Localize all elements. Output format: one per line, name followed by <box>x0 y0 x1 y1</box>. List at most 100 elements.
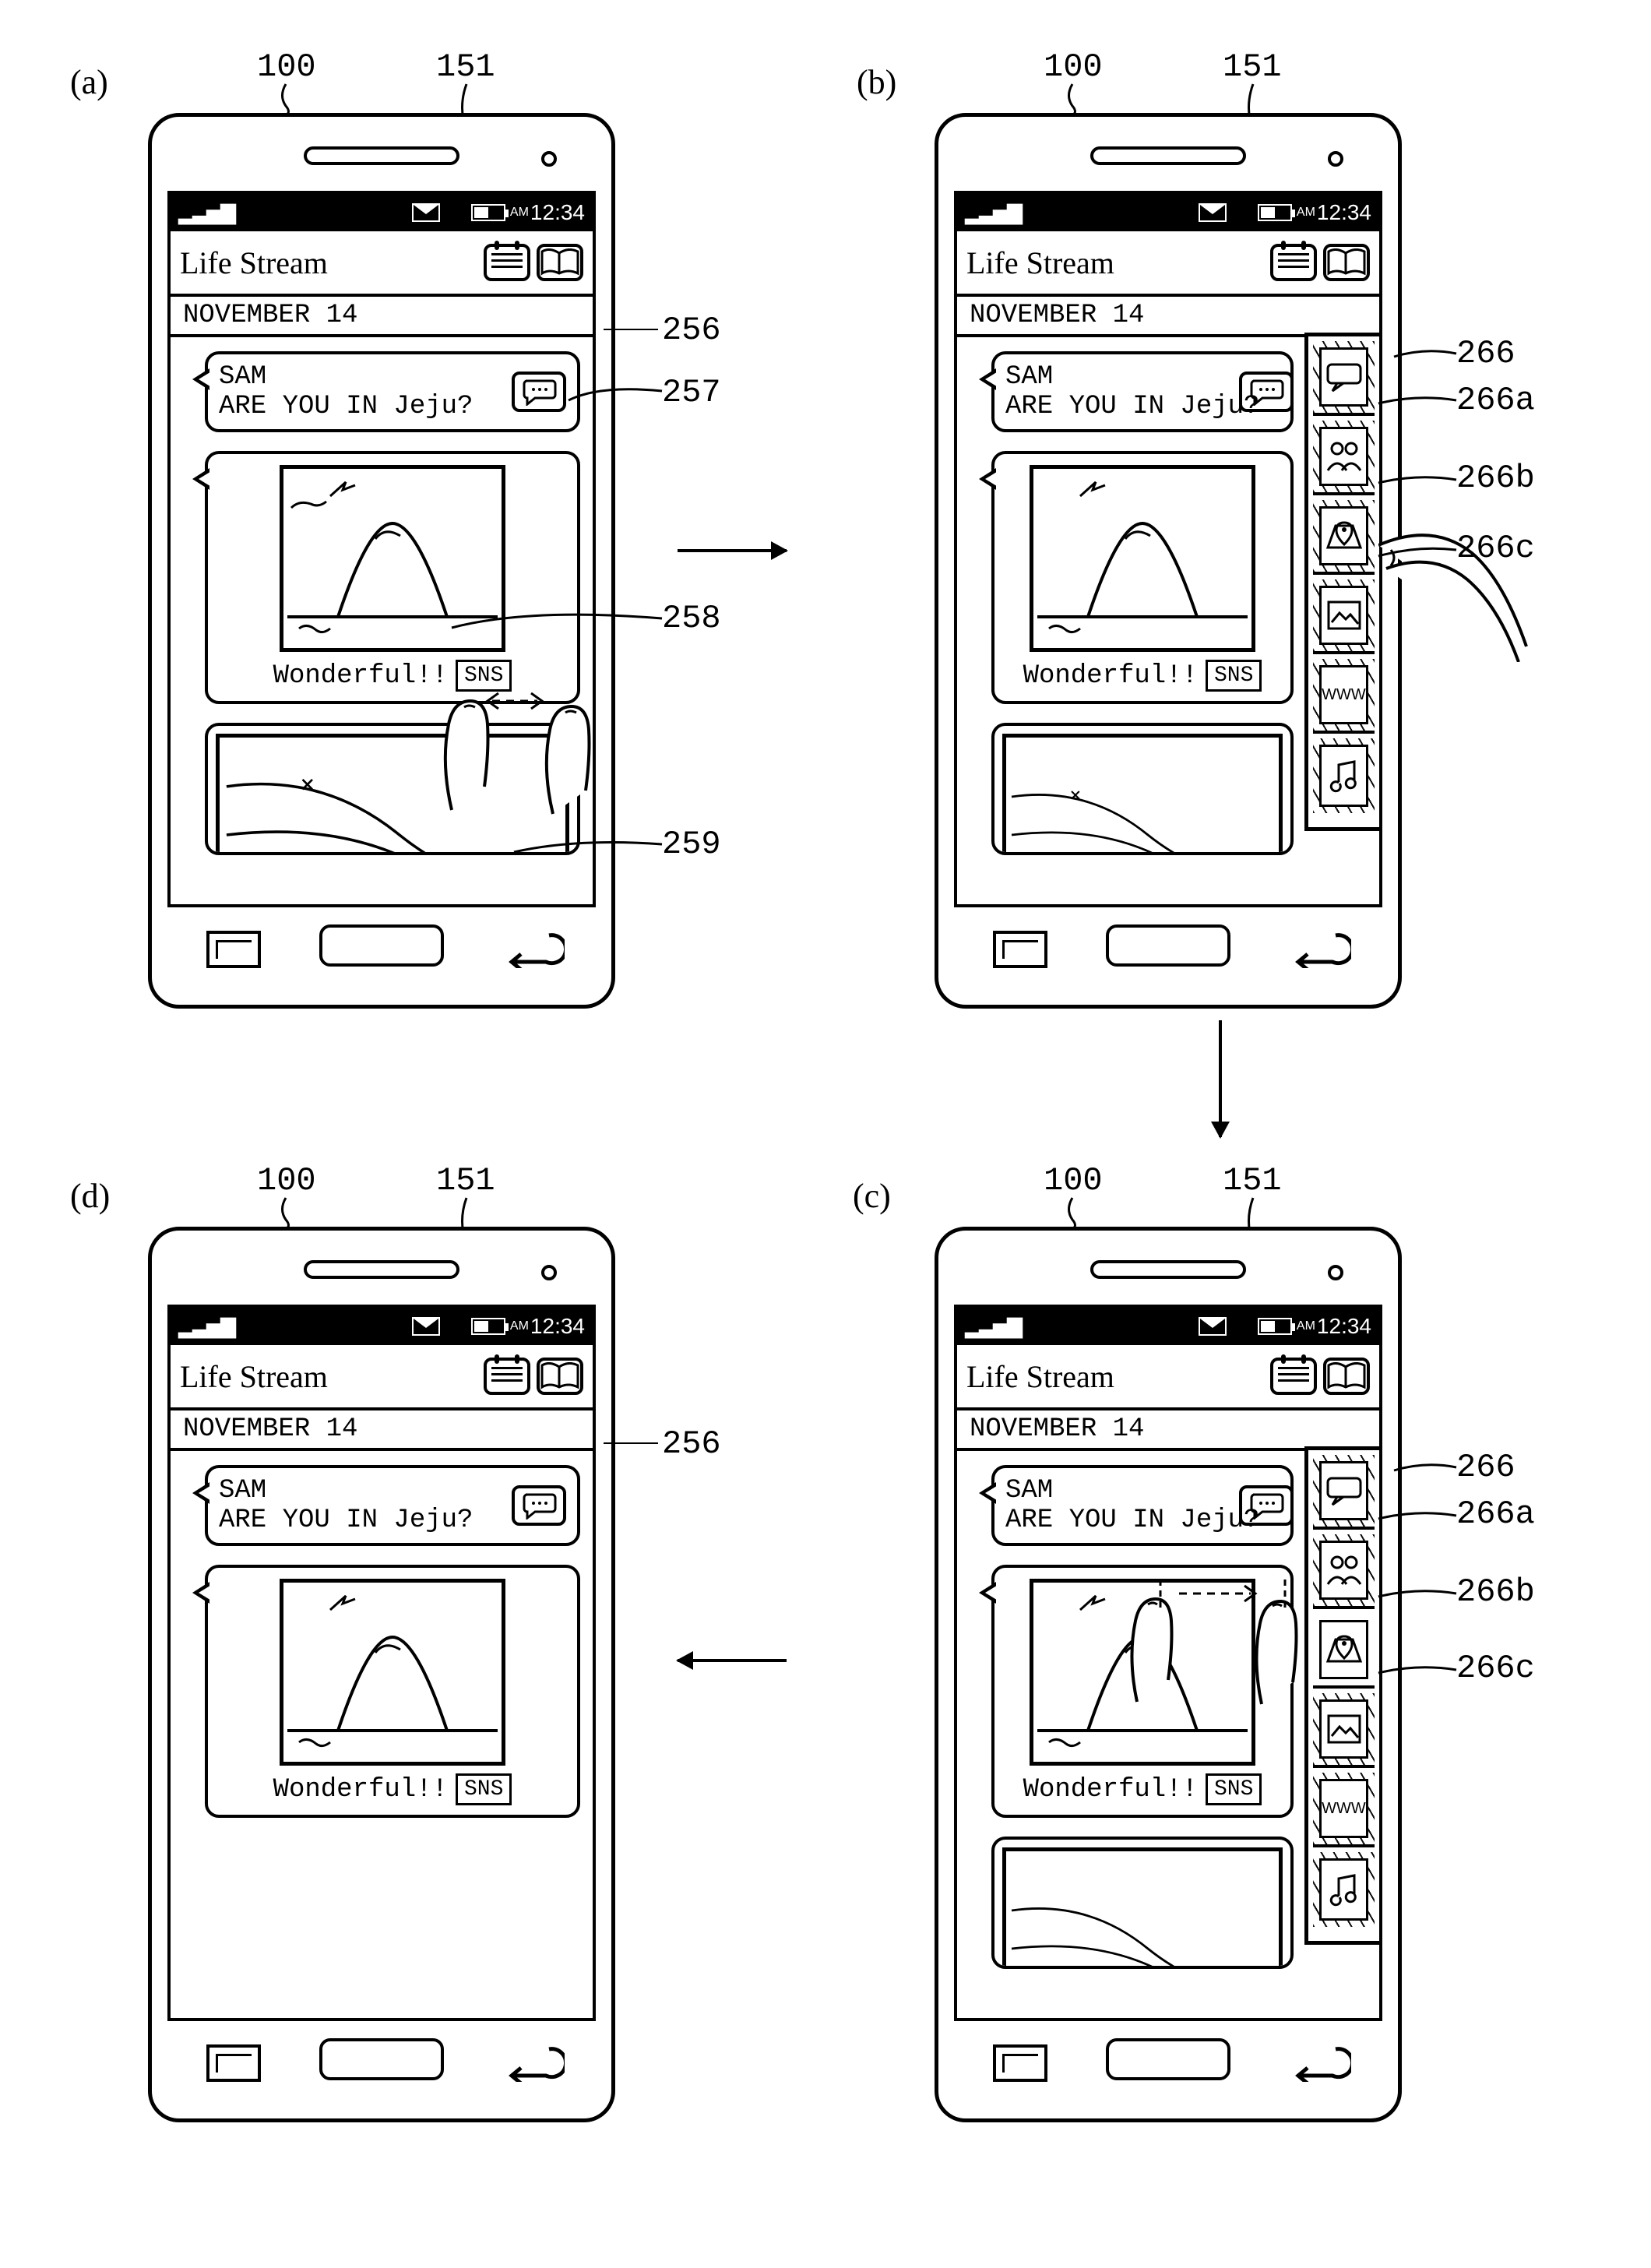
clock-ampm: AM <box>1297 206 1315 220</box>
home-button[interactable] <box>1106 2038 1230 2080</box>
map-post[interactable] <box>991 1837 1294 1969</box>
mail-icon <box>1199 203 1227 222</box>
photo-caption: Wonderful!! <box>1023 661 1198 691</box>
date-strip: NOVEMBER 14 <box>957 1407 1379 1451</box>
home-button[interactable] <box>1106 924 1230 967</box>
clock-time: 12:34 <box>1317 1314 1371 1339</box>
sns-badge[interactable]: SNS <box>456 1773 512 1805</box>
back-button[interactable] <box>495 2043 565 2082</box>
side-tray[interactable]: WWW <box>1304 333 1379 831</box>
message-bubble[interactable]: SAM ARE YOU IN Jeju? <box>991 351 1294 432</box>
clock-ampm: AM <box>510 1319 529 1333</box>
app-title: Life Stream <box>180 245 477 281</box>
feed[interactable]: SAM ARE YOU IN Jeju? Wond <box>957 337 1379 888</box>
app-title: Life Stream <box>180 1358 477 1395</box>
calendar-icon[interactable] <box>484 1358 530 1395</box>
front-camera <box>541 151 557 167</box>
tray-photo-icon[interactable] <box>1313 579 1375 654</box>
tray-www-icon[interactable]: WWW <box>1313 659 1375 734</box>
signal-icon: ▂▃▅▇ <box>178 201 234 225</box>
map-image <box>1002 1847 1283 1969</box>
message-bubble[interactable]: SAM ARE YOU IN Jeju? <box>205 351 580 432</box>
menu-button[interactable] <box>206 931 261 968</box>
back-button[interactable] <box>495 929 565 968</box>
tray-map-pin-icon[interactable] <box>1313 500 1375 575</box>
arrow-c-to-d <box>678 1659 787 1662</box>
chat-icon[interactable] <box>1239 1485 1294 1526</box>
status-bar: ▂▃▅▇ AM 12:34 <box>957 1308 1379 1345</box>
photo-caption: Wonderful!! <box>273 1775 448 1805</box>
screen[interactable]: ▂▃▅▇ AM 12:34 Life Stream NOVEMBER 14 SA… <box>167 1305 596 2021</box>
tray-chat-icon[interactable] <box>1313 341 1375 416</box>
ref-151-b: 151 <box>1223 48 1282 86</box>
ref-100-b: 100 <box>1044 48 1103 86</box>
battery-icon <box>1258 204 1292 221</box>
menu-button[interactable] <box>206 2044 261 2082</box>
ref-258-a: 258 <box>662 600 721 637</box>
speaker <box>1090 1260 1246 1279</box>
photo-post[interactable]: Wonderful!! SNS <box>991 451 1294 704</box>
front-camera <box>1328 151 1343 167</box>
ref-100-a: 100 <box>257 48 316 86</box>
home-button[interactable] <box>319 924 444 967</box>
back-button[interactable] <box>1281 2043 1351 2082</box>
home-button[interactable] <box>319 2038 444 2080</box>
ref-256-d: 256 <box>662 1425 721 1463</box>
back-button[interactable] <box>1281 929 1351 968</box>
ref-266a-c: 266a <box>1456 1495 1535 1533</box>
photo-image <box>280 1579 505 1766</box>
ref-100-c: 100 <box>1044 1162 1103 1199</box>
panel-b-label: (b) <box>857 62 896 102</box>
calendar-icon[interactable] <box>1270 1358 1317 1395</box>
date-text: NOVEMBER 14 <box>183 1414 357 1444</box>
signal-icon: ▂▃▅▇ <box>965 1315 1021 1339</box>
calendar-icon[interactable] <box>1270 244 1317 281</box>
chat-icon[interactable] <box>512 1485 566 1526</box>
feed[interactable]: SAM ARE YOU IN Jeju? Wond <box>171 1451 593 1851</box>
ref-151-c: 151 <box>1223 1162 1282 1199</box>
photo-caption: Wonderful!! <box>1023 1775 1198 1805</box>
map-image <box>1002 734 1283 855</box>
ref-266-c: 266 <box>1456 1449 1515 1486</box>
clock-ampm: AM <box>510 206 529 220</box>
mail-icon <box>412 1317 440 1336</box>
status-bar: ▂▃▅▇ AM 12:34 <box>171 194 593 231</box>
app-title: Life Stream <box>966 1358 1264 1395</box>
date-strip: NOVEMBER 14 <box>957 294 1379 337</box>
book-icon[interactable] <box>537 1358 583 1395</box>
chat-icon[interactable] <box>512 372 566 412</box>
tray-chat-icon[interactable] <box>1313 1455 1375 1530</box>
tray-people-icon[interactable] <box>1313 421 1375 495</box>
arrow-a-to-b <box>678 549 787 552</box>
menu-button[interactable] <box>993 931 1047 968</box>
calendar-icon[interactable] <box>484 244 530 281</box>
date-strip: NOVEMBER 14 <box>171 1407 593 1451</box>
book-icon[interactable] <box>537 244 583 281</box>
signal-icon: ▂▃▅▇ <box>178 1315 234 1339</box>
ref-151-d: 151 <box>436 1162 495 1199</box>
app-header: Life Stream <box>171 231 593 294</box>
message-bubble[interactable]: SAM ARE YOU IN Jeju? <box>991 1465 1294 1546</box>
message-bubble[interactable]: SAM ARE YOU IN Jeju? <box>205 1465 580 1546</box>
book-icon[interactable] <box>1323 244 1370 281</box>
mail-icon <box>412 203 440 222</box>
photo-post[interactable]: Wonderful!! SNS <box>205 1565 580 1818</box>
tray-www-icon[interactable]: WWW <box>1313 1773 1375 1847</box>
sns-badge[interactable]: SNS <box>1206 660 1262 692</box>
tray-music-icon[interactable] <box>1313 1852 1375 1927</box>
panel-d-label: (d) <box>70 1176 110 1216</box>
front-camera <box>541 1265 557 1280</box>
feed[interactable]: SAM ARE YOU IN Jeju? Wond <box>957 1451 1379 2002</box>
sns-badge[interactable]: SNS <box>1206 1773 1262 1805</box>
menu-button[interactable] <box>993 2044 1047 2082</box>
status-bar: ▂▃▅▇ AM 12:34 <box>171 1308 593 1345</box>
speaker <box>304 1260 459 1279</box>
tray-music-icon[interactable] <box>1313 738 1375 813</box>
screen[interactable]: ▂▃▅▇ AM 12:34 Life Stream NOVEMBER 14 SA… <box>954 191 1382 907</box>
map-post[interactable] <box>991 723 1294 855</box>
phone-b: ▂▃▅▇ AM 12:34 Life Stream NOVEMBER 14 SA… <box>935 113 1402 1009</box>
book-icon[interactable] <box>1323 1358 1370 1395</box>
chat-icon[interactable] <box>1239 372 1294 412</box>
ref-151-a: 151 <box>436 48 495 86</box>
battery-icon <box>471 204 505 221</box>
